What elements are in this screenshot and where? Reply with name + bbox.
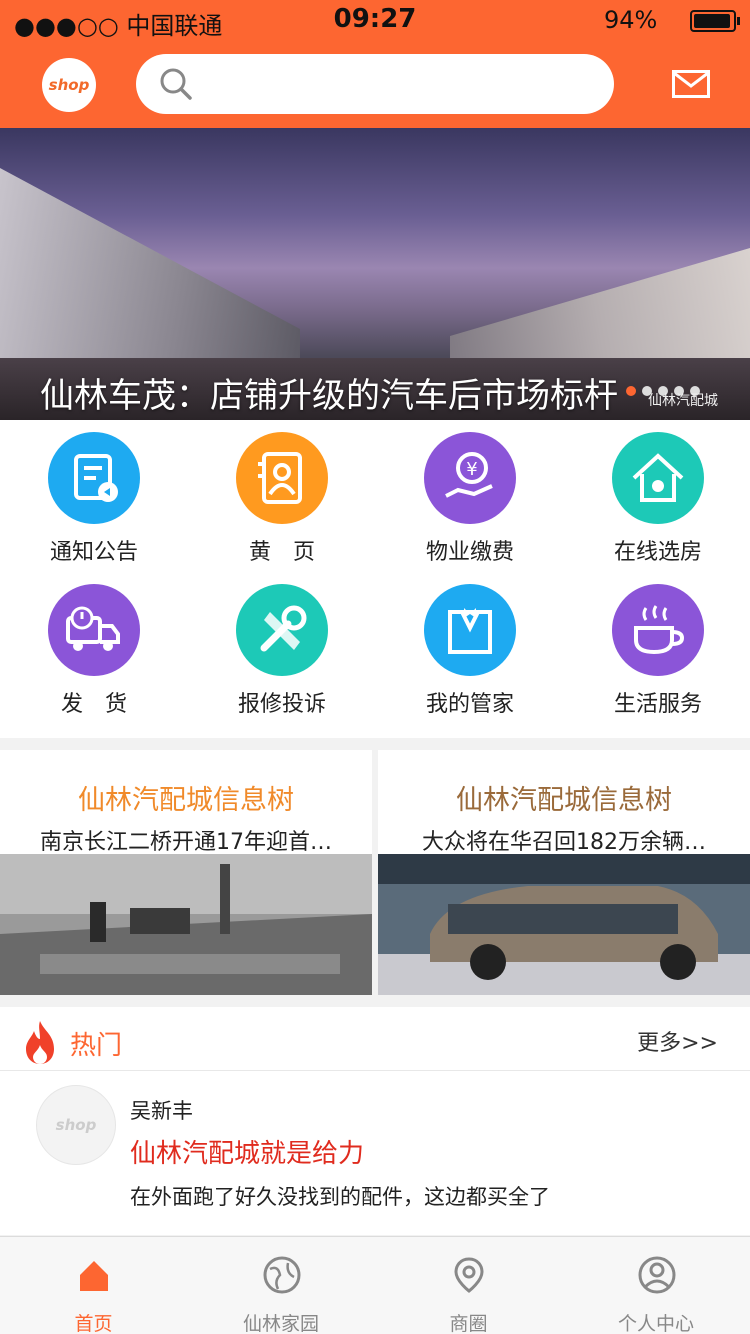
tab-business[interactable]: 商圈 — [375, 1237, 562, 1334]
hot-header: 热门 更多>> — [0, 1007, 750, 1071]
news-section: 仙林汽配城信息树 南京长江二桥开通17年迎首… 仙林汽配城信息树 大众将在华召回… — [0, 750, 750, 995]
menu-item-label: 黄 页 — [248, 540, 315, 565]
search-input[interactable] — [136, 54, 614, 114]
coffee-icon — [612, 584, 704, 676]
menu-item-label: 在线选房 — [613, 540, 702, 565]
tab-profile[interactable]: 个人中心 — [563, 1237, 750, 1334]
menu-item[interactable]: 发 货 — [0, 572, 188, 722]
news-card-image — [378, 854, 750, 995]
post-author: 吴新丰 — [130, 1099, 193, 1123]
menu-item[interactable]: 在线选房 — [564, 420, 750, 570]
banner-dot[interactable] — [626, 386, 636, 396]
tab-community[interactable]: 仙林家园 — [188, 1237, 375, 1334]
app-logo[interactable]: shop — [42, 58, 96, 112]
tab-label: 首页 — [74, 1313, 113, 1334]
news-card-subtitle: 大众将在华召回182万余辆… — [422, 830, 706, 855]
bottom-tab-bar: 首页 仙林家园 商圈 个人中心 — [0, 1236, 750, 1334]
banner-watermark: 仙林汽配城 — [648, 393, 718, 409]
news-card-title: 仙林汽配城信息树 — [78, 785, 294, 816]
home-icon — [80, 1261, 108, 1291]
repair-icon — [236, 584, 328, 676]
menu-item[interactable]: 通知公告 — [0, 420, 188, 570]
service-grid: 通知公告 黄 页 ¥ 物业缴费 在线选房发 货 报修投诉 我的管家 生活服务 — [0, 420, 750, 738]
news-card[interactable]: 仙林汽配城信息树 大众将在华召回182万余辆… — [378, 750, 750, 995]
tab-label: 个人中心 — [617, 1313, 694, 1334]
menu-item-label: 生活服务 — [613, 692, 702, 717]
menu-item[interactable]: ¥ 物业缴费 — [376, 420, 564, 570]
user-icon — [638, 1256, 675, 1294]
menu-item-label: 物业缴费 — [425, 540, 514, 565]
battery-icon — [690, 10, 740, 32]
logo-text: shop — [48, 76, 90, 94]
yellow-pages-icon — [236, 432, 328, 524]
menu-item-label: 通知公告 — [49, 540, 138, 565]
menu-item-label: 我的管家 — [425, 692, 514, 717]
more-link[interactable]: 更多>> — [637, 1025, 718, 1057]
news-card-title: 仙林汽配城信息树 — [456, 785, 672, 816]
hot-section: 热门 更多>> shop 吴新丰 仙林汽配城就是给力 在外面跑了好久没找到的配件… — [0, 1007, 750, 1235]
tab-label: 仙林家园 — [242, 1313, 319, 1334]
avatar-logo-text: shop — [55, 1116, 97, 1134]
house-icon — [612, 432, 704, 524]
payment-icon: ¥ — [424, 432, 516, 524]
banner-caption: 仙林车茂：店铺升级的汽车后市场标杆 — [40, 376, 618, 416]
tab-home[interactable]: 首页 — [0, 1237, 187, 1334]
mail-icon[interactable] — [672, 70, 710, 98]
news-card-image — [0, 854, 372, 995]
butler-icon — [424, 584, 516, 676]
news-card[interactable]: 仙林汽配城信息树 南京长江二桥开通17年迎首… — [0, 750, 372, 995]
menu-item[interactable]: 黄 页 — [188, 420, 376, 570]
menu-item[interactable]: 生活服务 — [564, 572, 750, 722]
status-bar: ●●●○○ 中国联通 09:27 94% — [0, 0, 750, 40]
news-card-subtitle: 南京长江二桥开通17年迎首… — [40, 830, 332, 855]
menu-item-label: 发 货 — [60, 692, 127, 717]
menu-item[interactable]: 我的管家 — [376, 572, 564, 722]
promo-banner[interactable]: 仙林车茂：店铺升级的汽车后市场标杆 仙林汽配城 — [0, 128, 750, 420]
delivery-truck-icon — [48, 584, 140, 676]
avatar[interactable]: shop — [36, 1085, 116, 1165]
menu-item[interactable]: 报修投诉 — [188, 572, 376, 722]
post-body: 在外面跑了好久没找到的配件，这边都买全了 — [130, 1185, 550, 1209]
svg-text:¥: ¥ — [466, 459, 477, 480]
post-title[interactable]: 仙林汽配城就是给力 — [130, 1133, 364, 1170]
menu-item-label: 报修投诉 — [237, 692, 326, 717]
fire-icon — [26, 1021, 54, 1064]
tab-label: 商圈 — [449, 1313, 488, 1334]
battery-percent: 94% — [604, 6, 658, 34]
location-pin-icon — [454, 1257, 484, 1293]
globe-icon — [263, 1256, 300, 1294]
search-icon — [160, 68, 192, 100]
hot-label: 热门 — [70, 1031, 123, 1061]
notice-icon — [48, 432, 140, 524]
